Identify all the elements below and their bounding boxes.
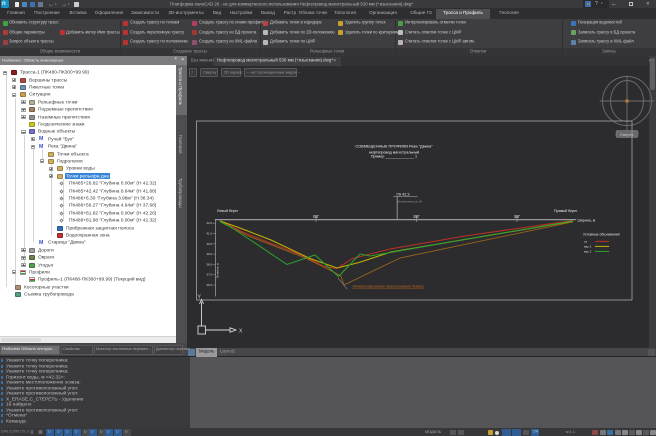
svg-text:вар.1: вар.1 <box>584 245 592 249</box>
svg-text:38.0: 38.0 <box>206 262 212 266</box>
svg-text:Ширина, м: Ширина, м <box>578 219 596 223</box>
svg-text:42.0: 42.0 <box>206 221 212 225</box>
svg-text:СОВМЕЩЕННЫЕ ПРОФИЛИ Река "Двин: СОВМЕЩЕННЫЕ ПРОФИЛИ Река "Двина" <box>355 144 433 149</box>
svg-text:Автоматизированное проектирова: Автоматизированное проектирование Пример <box>353 285 424 289</box>
svg-text:41.0: 41.0 <box>206 232 212 236</box>
svg-text:ГВ 42.3: ГВ 42.3 <box>397 193 410 197</box>
svg-text:36.0: 36.0 <box>206 283 212 287</box>
svg-text:300: 300 <box>514 215 519 219</box>
svg-text:Пример ______________ 1: Пример ______________ 1 <box>371 155 417 159</box>
svg-text:37.0: 37.0 <box>206 273 212 277</box>
svg-text:X: X <box>239 329 243 335</box>
svg-text:40.0: 40.0 <box>206 242 212 246</box>
svg-text:100: 100 <box>313 215 318 219</box>
svg-text:39.0: 39.0 <box>206 252 212 256</box>
svg-text:Условные обозначения: Условные обозначения <box>583 233 620 237</box>
svg-text:вар.2: вар.2 <box>584 250 592 254</box>
svg-text:Отметка, м: Отметка, м <box>216 263 220 278</box>
svg-text:200: 200 <box>414 215 419 219</box>
svg-text:обеспеченностью 1%: обеспеченностью 1% <box>397 199 423 203</box>
svg-text:Сверху: Сверху <box>620 132 633 137</box>
svg-text:Левый берег: Левый берег <box>217 209 239 213</box>
svg-text:Правый берег: Правый берег <box>554 209 578 213</box>
svg-text:св: св <box>584 240 588 244</box>
